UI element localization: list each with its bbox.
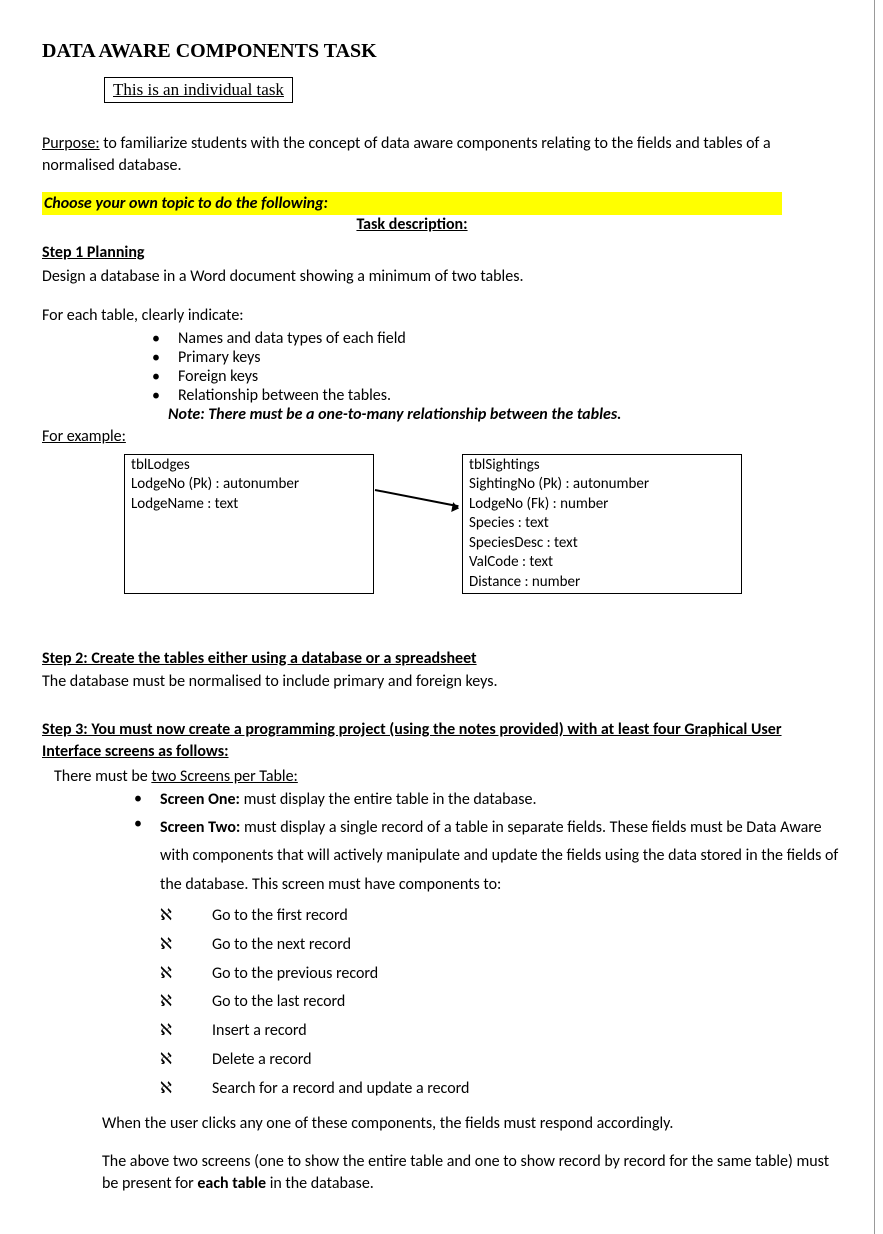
screen-one-label: Screen One: <box>160 790 240 809</box>
alef-icon <box>160 1017 212 1046</box>
step3-intro-pre: There must be <box>54 767 151 786</box>
screen-one-text: must display the entire table in the dat… <box>240 790 537 809</box>
step2-heading: Step 2: Create the tables either using a… <box>42 649 477 668</box>
screen-two-text: must display a single record of a table … <box>160 818 838 895</box>
for-example-label: For example: <box>42 427 126 446</box>
bullet-icon <box>152 386 178 405</box>
list-item: Foreign keys <box>152 367 841 386</box>
alef-icon <box>160 902 212 931</box>
op-text: Search for a record and update a record <box>212 1075 469 1104</box>
op-text: Go to the first record <box>212 902 348 931</box>
op-text: Delete a record <box>212 1046 312 1075</box>
er-diagram: tblLodges LodgeNo (Pk) : autonumber Lodg… <box>42 454 841 604</box>
bullet-text: Primary keys <box>178 348 841 367</box>
table-box-right: tblSightings SightingNo (Pk) : autonumbe… <box>462 454 742 594</box>
table-field: LodgeName : text <box>131 495 367 515</box>
alef-icon <box>160 1075 212 1104</box>
table-box-left: tblLodges LodgeNo (Pk) : autonumber Lodg… <box>124 454 374 594</box>
closing2-post: in the database. <box>266 1174 374 1193</box>
purpose-paragraph: Purpose: to familiarize students with th… <box>42 133 841 176</box>
choose-topic-highlight: Choose your own topic to do the followin… <box>42 192 782 215</box>
table-field: Species : text <box>469 514 735 534</box>
list-item: Go to the last record <box>160 988 841 1017</box>
table-field: Distance : number <box>469 573 735 593</box>
page-title: DATA AWARE COMPONENTS TASK <box>42 40 841 63</box>
bullet-icon <box>152 348 178 367</box>
table-name: tblLodges <box>131 456 367 476</box>
screen-two-item: Screen Two: must display a single record… <box>160 814 841 900</box>
record-operations-list: Go to the first record Go to the next re… <box>160 902 841 1104</box>
individual-task-box: This is an individual task <box>104 77 293 103</box>
bullet-icon <box>134 814 160 833</box>
list-item: Primary keys <box>152 348 841 367</box>
bullet-icon <box>152 367 178 386</box>
bullet-text: Names and data types of each field <box>178 329 841 348</box>
closing-text-1: When the user clicks any one of these co… <box>102 1113 841 1135</box>
step3-intro-underline: two Screens per Table: <box>151 767 297 786</box>
screen-two-label: Screen Two: <box>160 818 240 837</box>
task-description-heading: Task description: <box>42 215 782 234</box>
list-item: Go to the next record <box>160 931 841 960</box>
table-field: ValCode : text <box>469 553 735 573</box>
purpose-text: to familiarize students with the concept… <box>42 134 771 175</box>
table-name: tblSightings <box>469 456 735 476</box>
bullet-text: Relationship between the tables. <box>178 386 841 405</box>
op-text: Go to the next record <box>212 931 351 960</box>
page-border-right <box>874 0 875 1234</box>
list-item: Insert a record <box>160 1017 841 1046</box>
closing2-bold: each table <box>197 1174 266 1193</box>
list-item: Go to the first record <box>160 902 841 931</box>
table-field: LodgeNo (Fk) : number <box>469 495 735 515</box>
list-item: Search for a record and update a record <box>160 1075 841 1104</box>
op-text: Go to the previous record <box>212 960 378 989</box>
step1-heading: Step 1 Planning <box>42 243 145 262</box>
step1-text: Design a database in a Word document sho… <box>42 266 841 288</box>
op-text: Insert a record <box>212 1017 307 1046</box>
purpose-label: Purpose: <box>42 134 100 153</box>
table-bullet-list: Names and data types of each field Prima… <box>152 329 841 405</box>
for-each-table-label: For each table, clearly indicate: <box>42 305 841 327</box>
relationship-connector <box>375 489 459 507</box>
alef-icon <box>160 960 212 989</box>
bullet-icon <box>152 329 178 348</box>
step3-intro: There must be two Screens per Table: <box>54 766 841 788</box>
step2-text: The database must be normalised to inclu… <box>42 671 841 693</box>
list-item: Screen Two: must display a single record… <box>134 814 841 900</box>
op-text: Go to the last record <box>212 988 345 1017</box>
bullet-icon <box>134 789 160 808</box>
list-item: Names and data types of each field <box>152 329 841 348</box>
table-field: SightingNo (Pk) : autonumber <box>469 475 735 495</box>
list-item: Screen One: must display the entire tabl… <box>134 789 841 811</box>
closing-text-2: The above two screens (one to show the e… <box>102 1151 841 1194</box>
screen-one-item: Screen One: must display the entire tabl… <box>160 789 841 811</box>
alef-icon <box>160 1046 212 1075</box>
bullet-text: Foreign keys <box>178 367 841 386</box>
alef-icon <box>160 931 212 960</box>
table-field: SpeciesDesc : text <box>469 534 735 554</box>
relationship-note: Note: There must be a one-to-many relati… <box>168 405 841 424</box>
list-item: Relationship between the tables. <box>152 386 841 405</box>
table-field: LodgeNo (Pk) : autonumber <box>131 475 367 495</box>
list-item: Delete a record <box>160 1046 841 1075</box>
list-item: Go to the previous record <box>160 960 841 989</box>
step3-heading: Step 3: You must now create a programmin… <box>42 720 782 761</box>
alef-icon <box>160 988 212 1017</box>
